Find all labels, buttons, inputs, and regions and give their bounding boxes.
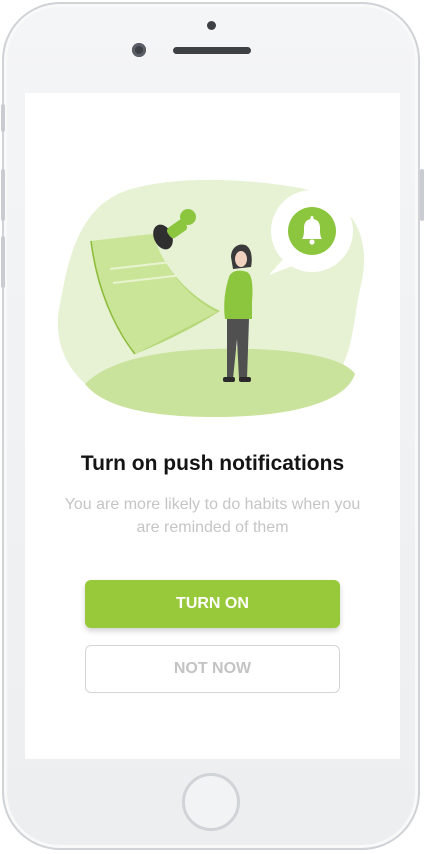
page-subtitle: You are more likely to do habits when yo…	[64, 496, 361, 536]
not-now-button[interactable]: NOT NOW	[85, 645, 340, 693]
mute-switch	[1, 104, 5, 132]
home-button[interactable]	[182, 773, 240, 831]
power-button	[420, 169, 424, 221]
page-title: Turn on push notifications	[80, 452, 345, 475]
front-camera	[132, 43, 146, 57]
turn-on-button[interactable]: TURN ON	[85, 580, 340, 628]
volume-up-button	[1, 169, 5, 221]
earpiece-speaker	[173, 47, 251, 54]
proximity-sensor	[207, 21, 216, 30]
volume-down-button	[1, 236, 5, 288]
app-screen: Turn on push notifications You are more …	[25, 93, 400, 759]
notification-illustration	[57, 179, 365, 417]
